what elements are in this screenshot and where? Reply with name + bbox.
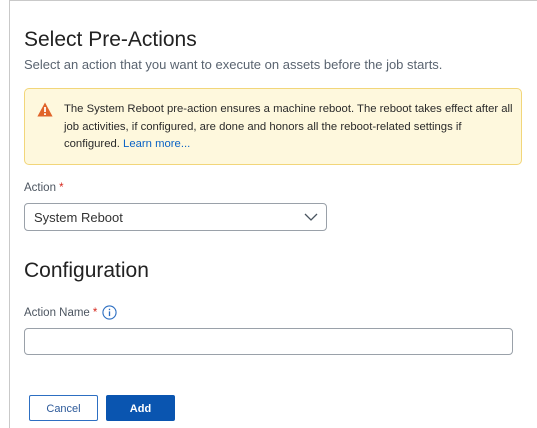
learn-more-link[interactable]: Learn more... (123, 138, 190, 150)
info-icon[interactable] (102, 305, 117, 320)
warning-icon (37, 102, 53, 117)
page-subtitle: Select an action that you want to execut… (24, 57, 443, 72)
alert-message: The System Reboot pre-action ensures a m… (64, 101, 514, 154)
required-marker: * (92, 306, 98, 319)
add-button[interactable]: Add (106, 395, 175, 421)
pre-actions-panel: Select Pre-Actions Select an action that… (9, 0, 537, 428)
action-name-label-text: Action Name (24, 306, 90, 319)
action-name-input[interactable] (24, 328, 513, 355)
configuration-title: Configuration (24, 259, 149, 282)
action-name-label: Action Name * (24, 305, 117, 320)
warning-alert: The System Reboot pre-action ensures a m… (24, 88, 522, 165)
action-select[interactable]: System Reboot (24, 203, 327, 231)
page-title: Select Pre-Actions (24, 28, 197, 51)
chevron-down-icon (304, 213, 318, 221)
cancel-button[interactable]: Cancel (29, 395, 98, 421)
action-label: Action * (24, 181, 64, 195)
action-label-text: Action (24, 182, 56, 194)
action-select-value: System Reboot (34, 210, 123, 225)
required-marker: * (59, 182, 64, 194)
